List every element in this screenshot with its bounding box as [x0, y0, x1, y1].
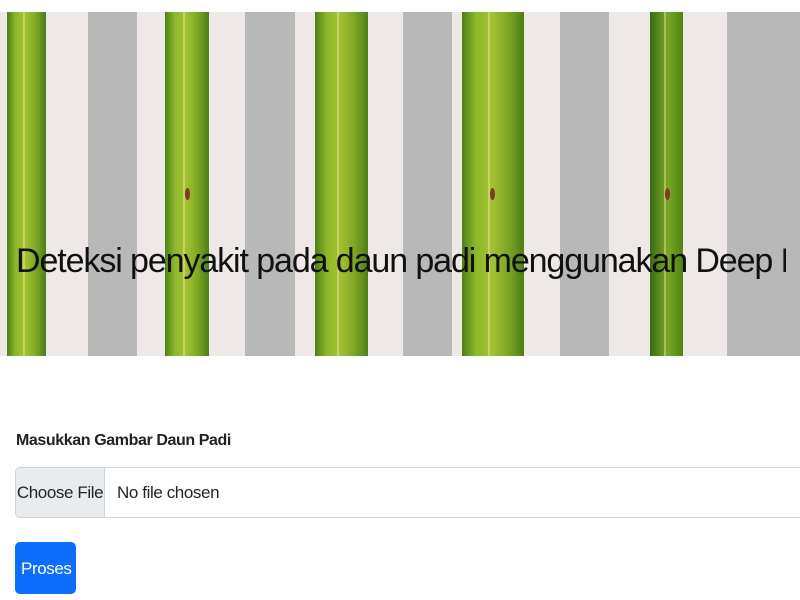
image-panel	[245, 6, 295, 356]
rice-leaf-hero-image: Deteksi penyakit pada daun padi mengguna…	[0, 6, 800, 356]
choose-file-button[interactable]: Choose File	[16, 468, 105, 517]
rice-leaf	[165, 6, 209, 356]
image-panel	[560, 6, 609, 356]
image-upload-label: Masukkan Gambar Daun Padi	[16, 432, 231, 449]
page: Deteksi penyakit pada daun padi mengguna…	[0, 0, 800, 600]
process-button[interactable]: Proses	[15, 542, 76, 594]
image-panel	[88, 6, 137, 356]
file-status-text: No file chosen	[117, 483, 220, 502]
rice-leaf	[650, 6, 683, 356]
rice-leaf	[462, 6, 524, 356]
page-title: Deteksi penyakit pada daun padi mengguna…	[16, 242, 786, 280]
image-panel	[727, 6, 800, 356]
file-input[interactable]: Choose File No file chosen	[15, 467, 800, 518]
rice-leaf	[7, 6, 46, 356]
top-divider	[0, 6, 800, 12]
image-panel	[403, 6, 452, 356]
rice-leaf	[315, 6, 368, 356]
